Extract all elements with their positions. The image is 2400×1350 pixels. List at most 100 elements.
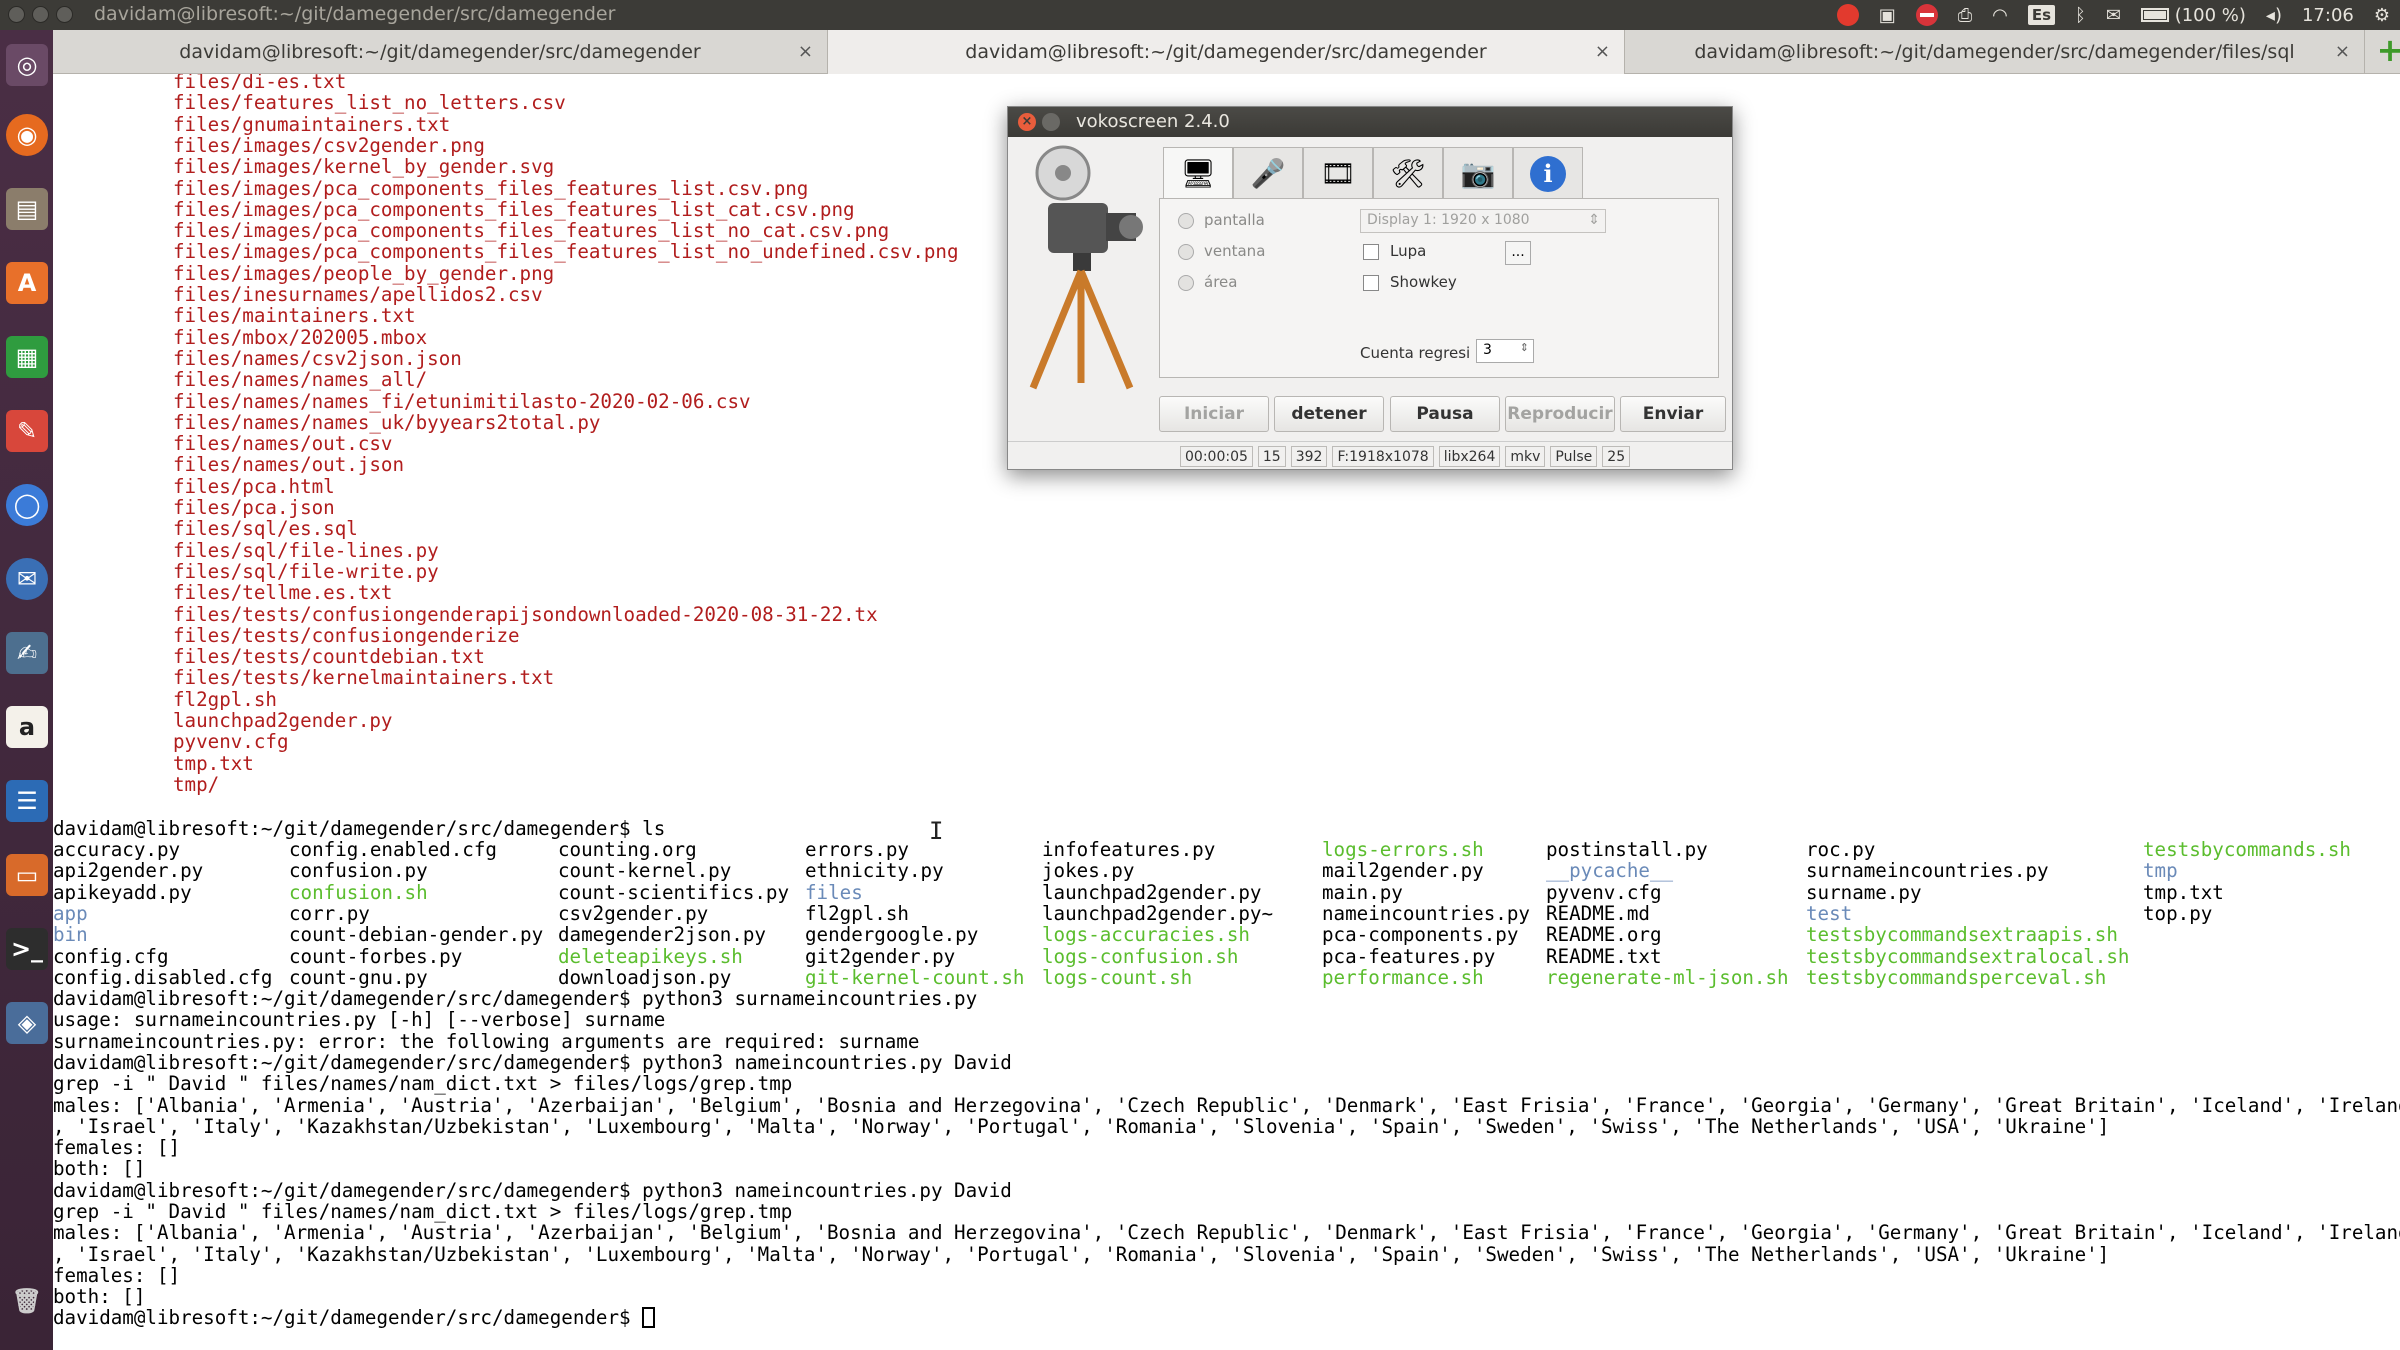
impress-icon[interactable]: ▭ [6, 854, 48, 896]
area-radio[interactable] [1178, 275, 1194, 291]
top-panel: davidam@libresoft:~/git/damegender/src/d… [0, 0, 2400, 30]
new-tab-button[interactable]: + [2375, 34, 2400, 66]
iniciar-button[interactable]: Iniciar [1159, 396, 1269, 432]
amazon-icon[interactable]: a [6, 706, 48, 748]
output-line: grep -i " David " files/names/nam_dict.t… [53, 1200, 793, 1223]
keyboard-layout-indicator[interactable]: Es [2027, 5, 2056, 25]
about-tab[interactable]: i [1513, 147, 1583, 199]
settings-icon[interactable]: ✎ [6, 410, 48, 452]
minimize-window-button[interactable] [32, 6, 49, 23]
lupa-checkbox[interactable] [1363, 244, 1379, 260]
status-fps: 15 [1257, 446, 1286, 467]
file-line: files/sql/es.sql [173, 517, 358, 541]
vokoscreen-window: × vokoscreen 2.4.0 🖥 🎤 🎞 🛠 📷 i pantalla … [1007, 106, 1733, 470]
lupa-options-button[interactable]: ... [1505, 241, 1531, 265]
reproducir-button[interactable]: Reproducir [1505, 396, 1615, 432]
close-icon[interactable]: × [1018, 113, 1036, 131]
battery-indicator[interactable]: (100 %) [2140, 5, 2246, 26]
printer-icon[interactable]: ⎙ [1958, 5, 1972, 26]
close-window-button[interactable] [8, 6, 25, 23]
ls-entry: surname.py [1806, 880, 1922, 904]
ls-entry: fl2gpl.sh [805, 901, 909, 925]
editor-icon[interactable]: ✍ [6, 632, 48, 674]
ls-entry: accuracy.py [53, 838, 181, 861]
showkey-checkbox[interactable] [1363, 275, 1379, 291]
ls-entry: counting.org [558, 838, 697, 861]
ls-entry: testsbycommandsextralocal.sh [1806, 944, 2130, 968]
ls-entry: tmp.txt [2143, 880, 2224, 904]
close-tab-icon[interactable]: × [1595, 41, 1610, 62]
enviar-button[interactable]: Enviar [1620, 396, 1726, 432]
window-controls [8, 6, 73, 23]
current-prompt[interactable]: davidam@libresoft:~/git/damegender/src/d… [53, 1307, 656, 1328]
ls-entry: testsbycommandsextraapis.sh [1806, 923, 2118, 947]
file-line: files/pca.json [173, 496, 335, 519]
info-icon: i [1530, 155, 1566, 192]
countdown-label: Cuenta regresi [1360, 344, 1471, 362]
ls-entry: git-kernel-count.sh [805, 965, 1025, 989]
display-select[interactable]: Display 1: 1920 x 1080 ⇕ [1360, 209, 1606, 233]
file-line: files/names/names_all/ [173, 368, 428, 392]
tab-3[interactable]: davidam@libresoft:~/git/damegender/src/d… [1625, 30, 2365, 74]
terminal-icon[interactable]: >_ [6, 928, 48, 970]
output-line: both: [] [53, 1285, 146, 1309]
ls-entry: apikeyadd.py [53, 880, 192, 904]
output-line: both: [] [53, 1157, 146, 1181]
ventana-radio[interactable] [1178, 244, 1194, 260]
close-tab-icon[interactable]: × [798, 41, 813, 62]
no-entry-icon[interactable] [1915, 4, 1938, 26]
tab-2[interactable]: davidam@libresoft:~/git/damegender/src/d… [828, 30, 1625, 74]
webcam-tab[interactable]: 📷 [1443, 147, 1513, 199]
volume-icon[interactable]: ◂) [2266, 5, 2282, 26]
maximize-window-button[interactable] [56, 6, 73, 23]
chromium-icon[interactable]: ◯ [6, 484, 48, 526]
ls-entry: config.cfg [53, 944, 169, 968]
writer-icon[interactable]: ☰ [6, 780, 48, 822]
firefox-icon[interactable]: ◉ [6, 114, 48, 156]
screen-tab[interactable]: 🖥 [1163, 147, 1233, 199]
trash-icon[interactable]: 🗑 [6, 1280, 48, 1322]
ls-entry: gendergoogle.py [805, 923, 979, 947]
file-line: files/maintainers.txt [173, 304, 416, 328]
ls-entry: README.md [1546, 901, 1650, 925]
mail-icon[interactable]: ✉ [2106, 5, 2121, 26]
battery-icon [2140, 8, 2169, 22]
bluetooth-icon[interactable]: ᛒ [2075, 5, 2086, 26]
screen-icon[interactable]: ▣ [1879, 5, 1896, 26]
tab-1[interactable]: davidam@libresoft:~/git/damegender/src/d… [53, 30, 828, 74]
file-line: files/gnumaintainers.txt [173, 112, 451, 136]
ls-entry: api2gender.py [53, 859, 204, 883]
ubuntu-dash-icon[interactable]: ◎ [6, 44, 48, 86]
ls-entry: README.txt [1546, 944, 1662, 968]
pausa-button[interactable]: Pausa [1390, 396, 1500, 432]
showkey-label: Showkey [1390, 273, 1457, 291]
wifi-icon[interactable]: ◠ [1992, 5, 2008, 26]
status-frames: 392 [1290, 446, 1328, 467]
files-icon[interactable]: ▤ [6, 188, 48, 230]
record-indicator-icon[interactable] [1836, 4, 1859, 26]
output-line: usage: surnameincountries.py [-h] [--ver… [53, 1008, 666, 1032]
pantalla-radio[interactable] [1178, 213, 1194, 229]
output-line: surnameincountries.py: error: the follow… [53, 1029, 920, 1053]
audio-tab[interactable]: 🎤 [1233, 147, 1303, 199]
output-line: females: [] [53, 1263, 181, 1287]
ls-entry: bin [53, 923, 88, 947]
file-line: files/sql/file-write.py [173, 559, 439, 583]
status-audio: Pulse [1550, 446, 1598, 467]
detener-button[interactable]: detener [1274, 396, 1384, 432]
spreadsheet-icon[interactable]: ▦ [6, 336, 48, 378]
close-tab-icon[interactable]: × [2335, 41, 2350, 62]
video-tab[interactable]: 🎞 [1303, 147, 1373, 199]
ls-entry: deleteapikeys.sh [558, 944, 743, 968]
file-line: files/tests/confusiongenderapijsondownlo… [173, 602, 878, 626]
countdown-spinbox[interactable]: 3 ⇕ [1476, 339, 1534, 363]
thunderbird-icon[interactable]: ✉ [6, 558, 48, 600]
vokoscreen-title: vokoscreen 2.4.0 [1076, 111, 1230, 132]
gear-icon[interactable]: ⚙ [2374, 5, 2390, 26]
clock[interactable]: 17:06 [2302, 5, 2354, 26]
ls-entry: pyvenv.cfg [1546, 880, 1662, 904]
minimize-icon[interactable] [1042, 113, 1060, 131]
software-center-icon[interactable]: A [6, 262, 48, 304]
system-monitor-icon[interactable]: ◈ [6, 1002, 48, 1044]
misc-tab[interactable]: 🛠 [1373, 147, 1443, 199]
